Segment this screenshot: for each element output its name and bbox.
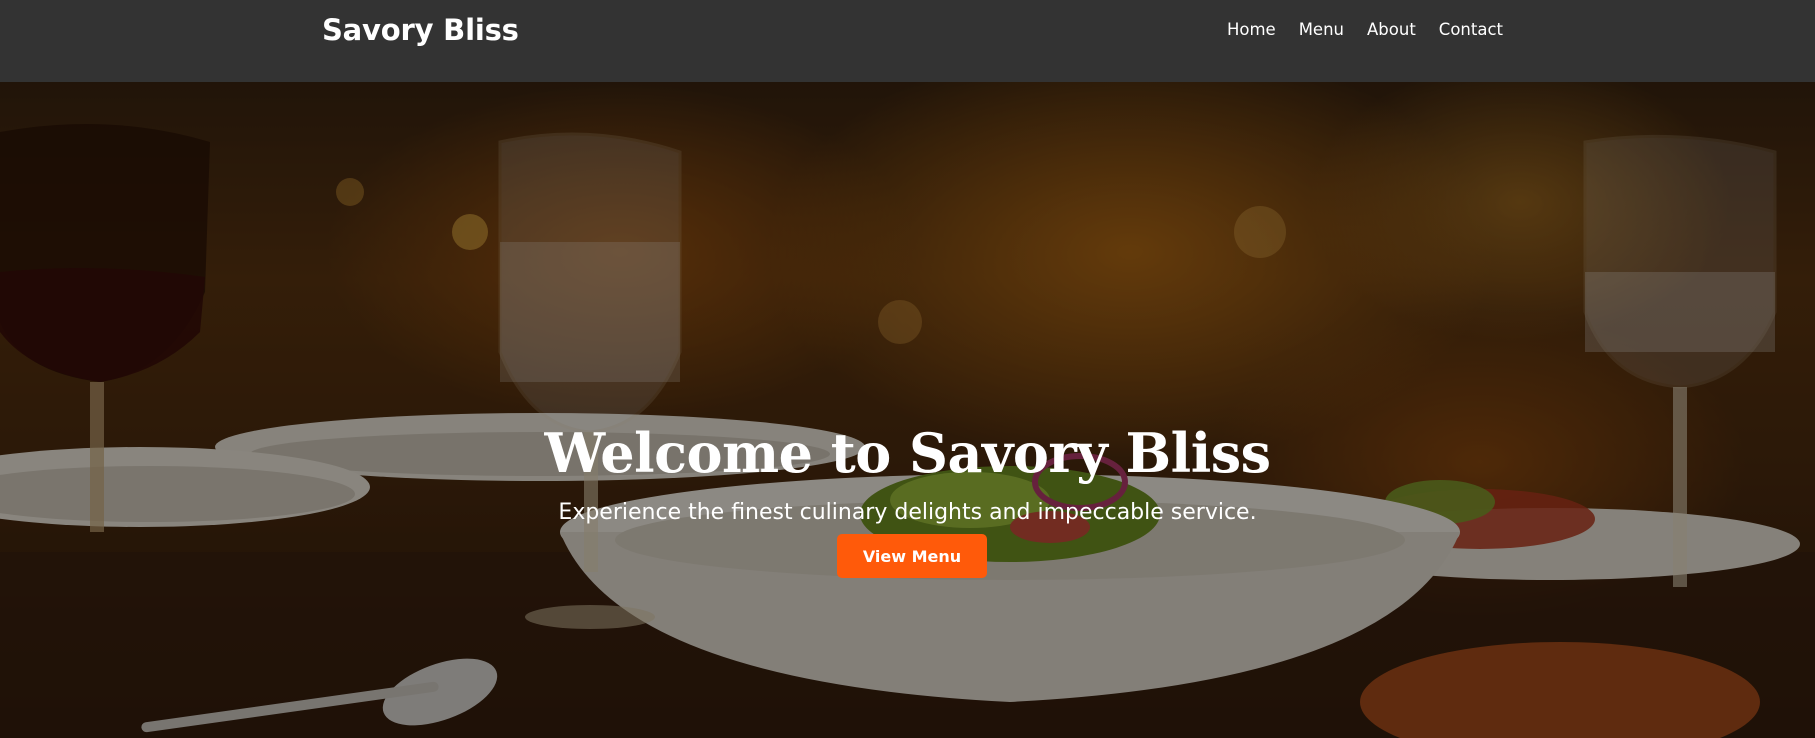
main-nav: Home Menu About Contact — [1227, 18, 1503, 42]
hero-section: Welcome to Savory Bliss Experience the f… — [0, 82, 1815, 738]
nav-about-link[interactable]: About — [1367, 18, 1416, 42]
hero-subtitle: Experience the finest culinary delights … — [558, 500, 1257, 525]
view-menu-button[interactable]: View Menu — [837, 534, 987, 578]
nav-home-link[interactable]: Home — [1227, 18, 1276, 42]
hero-dark-overlay — [0, 82, 1815, 738]
nav-contact-link[interactable]: Contact — [1439, 18, 1503, 42]
brand-logo[interactable]: Savory Bliss — [322, 10, 519, 50]
hero-title: Welcome to Savory Bliss — [544, 421, 1271, 486]
site-header: Savory Bliss Home Menu About Contact — [0, 0, 1815, 82]
nav-menu-link[interactable]: Menu — [1299, 18, 1344, 42]
